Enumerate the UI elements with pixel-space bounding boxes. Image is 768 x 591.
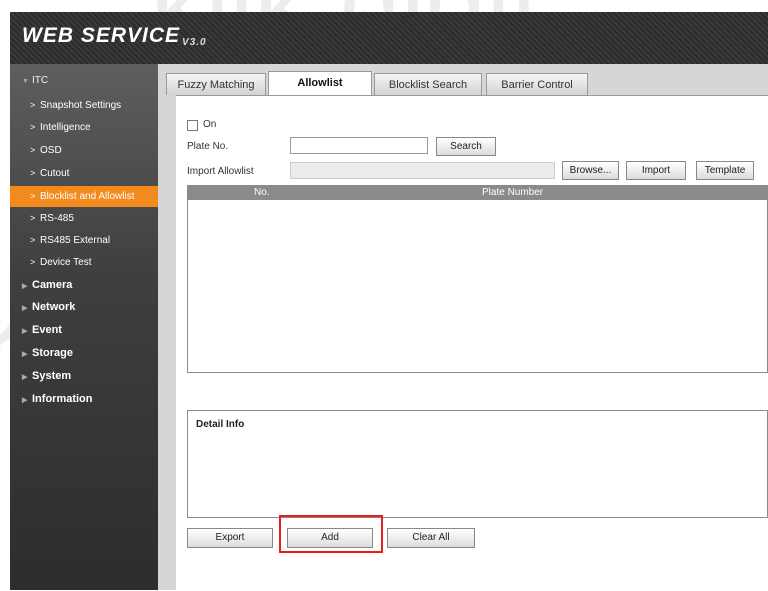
- sidebar-item-label: Camera: [32, 279, 73, 291]
- sidebar-item-label: RS-485: [40, 213, 74, 224]
- sidebar-item-label: System: [32, 370, 72, 382]
- sidebar-item-label: Information: [32, 393, 93, 405]
- on-label: On: [203, 119, 217, 130]
- chevron-right-icon: >: [30, 213, 36, 223]
- chevron-right-icon: >: [30, 191, 36, 201]
- sidebar-item-cutout[interactable]: > Cutout: [10, 163, 158, 184]
- plate-no-label: Plate No.: [187, 141, 229, 152]
- sidebar-item-label: Storage: [32, 347, 73, 359]
- logo-version: V3.0: [182, 37, 207, 48]
- detail-info-title: Detail Info: [196, 419, 245, 430]
- sidebar-item-rs485[interactable]: > RS-485: [10, 208, 158, 229]
- sidebar-item-label: Snapshot Settings: [40, 100, 122, 111]
- sidebar-section-itc[interactable]: ▼ ITC: [10, 70, 158, 91]
- sidebar-item-label: Device Test: [40, 257, 92, 268]
- sidebar-item-osd[interactable]: > OSD: [10, 140, 158, 161]
- sidebar-item-information[interactable]: ▶ Information: [10, 389, 158, 410]
- export-button[interactable]: Export: [187, 528, 273, 548]
- chevron-right-icon: >: [30, 145, 36, 155]
- column-header-no: No.: [254, 187, 270, 198]
- tab-allowlist[interactable]: Allowlist: [268, 71, 372, 95]
- sidebar-section-label: ITC: [32, 75, 49, 86]
- sidebar-item-label: Cutout: [40, 168, 70, 179]
- search-button[interactable]: Search: [436, 137, 496, 156]
- allowlist-table: No. Plate Number: [187, 185, 768, 373]
- sidebar-item-storage[interactable]: ▶ Storage: [10, 343, 158, 364]
- plate-no-input[interactable]: [290, 137, 428, 154]
- sidebar-item-snapshot-settings[interactable]: > Snapshot Settings: [10, 95, 158, 116]
- tab-fuzzy-matching[interactable]: Fuzzy Matching: [166, 73, 266, 95]
- sidebar-item-network[interactable]: ▶ Network: [10, 297, 158, 318]
- sidebar-item-label: Event: [32, 324, 62, 336]
- template-button[interactable]: Template: [696, 161, 754, 180]
- tab-blocklist-search[interactable]: Blocklist Search: [374, 73, 482, 95]
- collapse-triangle-icon: ▼: [22, 78, 29, 85]
- import-file-path-input[interactable]: [290, 162, 555, 179]
- column-header-plate-number: Plate Number: [482, 187, 544, 198]
- app-logo: WEB SERVICE V3.0: [22, 24, 207, 48]
- detail-info-box: Detail Info: [187, 410, 768, 518]
- expand-triangle-icon: ▶: [22, 374, 28, 381]
- sidebar-item-label: RS485 External: [40, 235, 111, 246]
- sidebar-item-device-test[interactable]: > Device Test: [10, 252, 158, 273]
- on-checkbox[interactable]: [187, 120, 198, 131]
- chevron-right-icon: >: [30, 122, 36, 132]
- sidebar-item-label: Network: [32, 301, 76, 313]
- sidebar-item-intelligence[interactable]: > Intelligence: [10, 117, 158, 138]
- sidebar-item-rs485-external[interactable]: > RS485 External: [10, 230, 158, 251]
- sidebar-item-system[interactable]: ▶ System: [10, 366, 158, 387]
- clear-all-button[interactable]: Clear All: [387, 528, 475, 548]
- sidebar-item-blocklist-allowlist[interactable]: > Blocklist and Allowlist: [10, 186, 158, 207]
- sidebar-item-label: Blocklist and Allowlist: [40, 191, 135, 202]
- sidebar-item-event[interactable]: ▶ Event: [10, 320, 158, 341]
- expand-triangle-icon: ▶: [22, 305, 28, 312]
- browse-button[interactable]: Browse...: [562, 161, 619, 180]
- chevron-right-icon: >: [30, 235, 36, 245]
- import-allowlist-label: Import Allowlist: [187, 166, 254, 177]
- sidebar-item-camera[interactable]: ▶ Camera: [10, 275, 158, 296]
- sidebar-item-label: Intelligence: [40, 122, 91, 133]
- expand-triangle-icon: ▶: [22, 328, 28, 335]
- import-button[interactable]: Import: [626, 161, 686, 180]
- expand-triangle-icon: ▶: [22, 397, 28, 404]
- highlight-box: [279, 515, 383, 553]
- chevron-right-icon: >: [30, 168, 36, 178]
- table-header: No. Plate Number: [188, 186, 767, 200]
- expand-triangle-icon: ▶: [22, 351, 28, 358]
- sidebar-item-label: OSD: [40, 145, 62, 156]
- chevron-right-icon: >: [30, 100, 36, 110]
- tab-barrier-control[interactable]: Barrier Control: [486, 73, 588, 95]
- chevron-right-icon: >: [30, 257, 36, 267]
- expand-triangle-icon: ▶: [22, 283, 28, 290]
- logo-text: WEB SERVICE: [22, 24, 181, 47]
